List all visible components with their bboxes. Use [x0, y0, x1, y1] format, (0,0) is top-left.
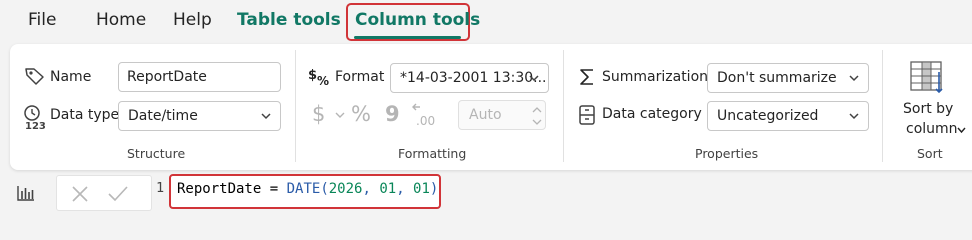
menu-table-tools[interactable]: Table tools	[237, 10, 341, 30]
svg-text:%: %	[317, 74, 329, 88]
data-category-label: Data category	[602, 106, 702, 122]
decimal-places-label: .00	[416, 114, 435, 128]
sort-button-line1: Sort by	[903, 101, 954, 117]
datatype-label: Data type	[50, 107, 120, 123]
menu-bar: File Home Help Table tools Column tools	[0, 0, 972, 44]
formula-equals: =	[261, 181, 287, 197]
formula-sep: ,	[396, 181, 414, 197]
summarization-label: Summarization	[602, 69, 709, 85]
formula-paren-open: (	[320, 181, 329, 197]
name-label: Name	[50, 69, 92, 85]
datatype-select[interactable]: Date/time	[118, 101, 281, 131]
menu-column-tools[interactable]: Column tools	[355, 10, 480, 30]
menu-help[interactable]: Help	[173, 10, 212, 30]
sigma-icon	[580, 69, 593, 85]
commit-check-icon[interactable]	[107, 185, 129, 203]
summarization-value: Don't summarize	[717, 70, 837, 86]
tag-icon	[25, 68, 44, 85]
sort-button-line2: column	[906, 121, 958, 137]
chevron-down-icon	[261, 113, 271, 120]
chevron-down-icon	[957, 127, 966, 134]
summarization-select[interactable]: Don't summarize	[707, 63, 869, 93]
cancel-icon[interactable]	[71, 185, 89, 203]
chevron-down-icon	[849, 75, 859, 82]
format-select[interactable]: *14-03-2001 13:30...	[390, 63, 549, 93]
decimal-places-icon[interactable]: .00	[410, 102, 440, 128]
formula-text[interactable]: ReportDate = DATE(2026, 01, 01)	[177, 181, 438, 197]
format-icon: $ %	[308, 68, 329, 88]
chevron-down-icon	[335, 112, 345, 118]
format-label: Format	[335, 69, 385, 85]
name-value: ReportDate	[127, 69, 207, 85]
data-category-value: Uncategorized	[717, 108, 819, 124]
percent-button[interactable]: %	[351, 102, 371, 126]
formula-line-number: 1	[156, 180, 165, 196]
active-tab-underline	[354, 36, 461, 39]
svg-text:$: $	[308, 68, 317, 83]
formula-sep: ,	[362, 181, 380, 197]
menu-file[interactable]: File	[28, 10, 56, 30]
formatting-group-label: Formatting	[398, 146, 467, 161]
datatype-value: Date/time	[128, 108, 198, 124]
sort-group-label: Sort	[917, 146, 943, 161]
formula-function: DATE	[286, 181, 321, 197]
formula-month: 01	[379, 181, 397, 197]
comma-button[interactable]: 9	[385, 102, 400, 126]
chevron-down-icon	[529, 75, 539, 82]
sort-by-column-button[interactable]: Sort by column	[894, 54, 972, 140]
group-separator	[882, 50, 883, 162]
format-value: *14-03-2001 13:30...	[400, 70, 547, 86]
decimal-places-spinner[interactable]: Auto	[458, 100, 546, 130]
spinner-arrows-icon	[532, 107, 542, 125]
column-chart-icon[interactable]	[16, 184, 36, 202]
formula-day: 01	[413, 181, 430, 197]
datatype-icon: 123	[24, 105, 46, 130]
formula-actions	[56, 175, 152, 211]
currency-button[interactable]: $	[312, 102, 325, 126]
chevron-down-icon	[849, 113, 859, 120]
sort-by-column-icon	[910, 61, 943, 94]
data-category-select[interactable]: Uncategorized	[707, 101, 869, 131]
formula-column-name: ReportDate	[177, 181, 262, 197]
auto-value: Auto	[469, 107, 502, 123]
structure-group-label: Structure	[127, 146, 186, 161]
name-input[interactable]: ReportDate	[118, 62, 281, 92]
formula-paren-close: )	[429, 181, 439, 197]
data-category-icon	[579, 105, 595, 125]
ribbon: Name ReportDate 123 Data type Date/time …	[10, 44, 972, 170]
properties-group-label: Properties	[695, 146, 759, 161]
group-separator	[295, 50, 296, 162]
group-separator	[563, 50, 564, 162]
menu-home[interactable]: Home	[96, 10, 146, 30]
formula-year: 2026	[328, 181, 363, 197]
svg-text:123: 123	[25, 121, 46, 130]
